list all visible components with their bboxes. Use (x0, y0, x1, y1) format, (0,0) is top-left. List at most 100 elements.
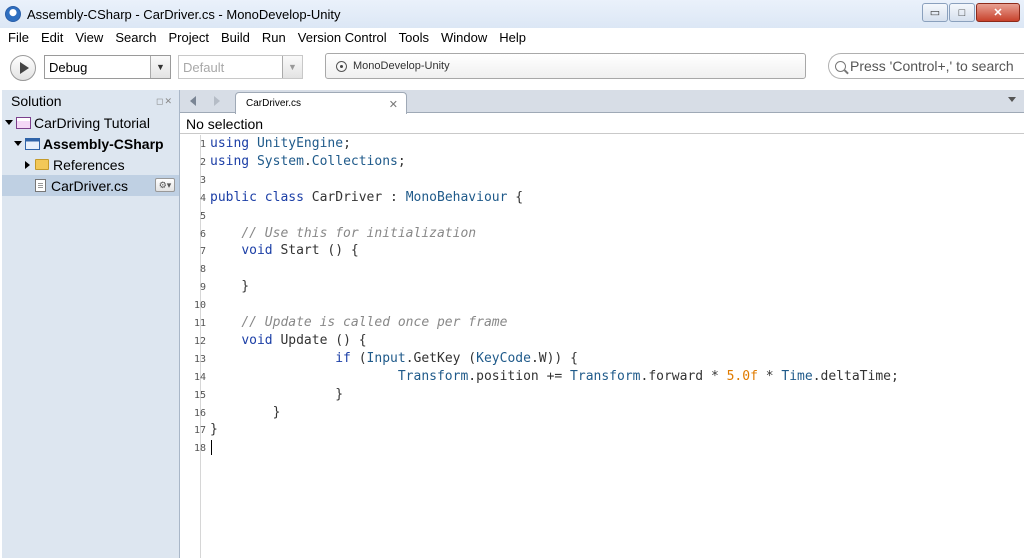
close-icon[interactable]: ✕ (389, 98, 398, 111)
breadcrumb[interactable]: No selection (180, 114, 1024, 134)
configuration-select[interactable]: Debug ▼ (44, 55, 171, 79)
line-number: 12 (193, 335, 206, 347)
expander-icon[interactable] (14, 141, 22, 146)
play-icon (20, 62, 29, 74)
search-field[interactable] (828, 53, 1024, 79)
search-icon (835, 60, 846, 72)
menu-tools[interactable]: Tools (393, 28, 435, 48)
window-title: Assembly-CSharp - CarDriver.cs - MonoDev… (27, 6, 341, 22)
status-icon (336, 60, 347, 72)
menu-version-control[interactable]: Version Control (292, 28, 393, 48)
code-line[interactable]: 5 (181, 207, 981, 225)
code-text: Transform.position += Transform.forward … (397, 368, 899, 384)
line-number: 9 (199, 282, 206, 294)
code-line[interactable]: 7 void Start () { (181, 242, 981, 260)
nav-back-icon[interactable] (190, 96, 196, 106)
line-number: 10 (193, 300, 206, 312)
chevron-down-icon: ▼ (282, 56, 302, 78)
menu-bar: File Edit View Search Project Build Run … (0, 28, 1024, 48)
menu-edit[interactable]: Edit (35, 28, 69, 48)
tree-item-file[interactable]: CarDriver.cs ⚙▾ (2, 175, 179, 196)
tree-item-references[interactable]: References (2, 154, 179, 175)
tree-item-project[interactable]: Assembly-CSharp (2, 133, 179, 154)
line-number: 8 (199, 264, 206, 276)
code-text: } (210, 386, 344, 402)
solution-pad-header: Solution ◻✕ (2, 90, 179, 112)
code-text: if (Input.GetKey (KeyCode.W)) { (335, 350, 578, 366)
project-icon (25, 137, 40, 150)
tree-item-label: Assembly-CSharp (43, 135, 164, 152)
tree-item-solution[interactable]: CarDriving Tutorial (2, 112, 179, 133)
pad-controls[interactable]: ◻✕ (156, 96, 173, 107)
line-number: 13 (193, 353, 206, 365)
code-editor[interactable]: 1 using UnityEngine; 2 using System.Collect… (194, 135, 1024, 558)
tab-cardriver[interactable]: CarDriver.cs ✕ (235, 92, 407, 114)
status-area: MonoDevelop-Unity (325, 53, 806, 79)
code-text: } (210, 404, 281, 420)
tree-item-label: CarDriving Tutorial (34, 114, 150, 131)
line-number: 3 (199, 174, 206, 186)
menu-help[interactable]: Help (493, 28, 532, 48)
text-cursor (211, 440, 212, 456)
code-line[interactable]: 8 (181, 260, 981, 278)
platform-value: Default (183, 59, 225, 75)
menu-run[interactable]: Run (256, 28, 292, 48)
tree-item-label: References (53, 156, 125, 173)
expander-icon[interactable] (5, 120, 13, 125)
menu-search[interactable]: Search (109, 28, 162, 48)
platform-select[interactable]: Default ▼ (178, 55, 303, 79)
toolbar: Debug ▼ Default ▼ MonoDevelop-Unity (0, 48, 1024, 88)
code-line[interactable]: 4 public class CarDriver : MonoBehaviour … (181, 189, 981, 207)
line-number: 1 (199, 139, 206, 150)
code-line[interactable]: 1 using UnityEngine; (181, 135, 981, 153)
code-line[interactable]: 12 void Update () { (181, 332, 981, 350)
code-text: void Update () { (241, 332, 367, 348)
close-button[interactable]: ✕ (976, 3, 1020, 22)
code-line[interactable]: 16 } (181, 404, 981, 422)
run-button[interactable] (10, 55, 36, 81)
tab-list-dropdown-icon[interactable] (1008, 97, 1016, 102)
expander-icon[interactable] (25, 160, 30, 169)
maximize-button[interactable]: □ (949, 3, 975, 22)
solution-icon (16, 116, 31, 129)
document-tab-strip: CarDriver.cs ✕ (180, 90, 1024, 114)
code-line[interactable]: 11 // Update is called once per frame (181, 314, 981, 332)
configuration-value: Debug (49, 59, 88, 75)
line-number: 11 (193, 318, 206, 329)
line-number: 5 (199, 210, 206, 222)
code-line[interactable]: 17} (181, 421, 981, 439)
nav-forward-icon[interactable] (214, 96, 220, 106)
row-options-button[interactable]: ⚙▾ (155, 178, 175, 192)
menu-view[interactable]: View (69, 28, 109, 48)
menu-window[interactable]: Window (435, 28, 493, 48)
line-number: 15 (193, 389, 206, 401)
menu-project[interactable]: Project (163, 28, 215, 48)
code-text: void Start () { (241, 243, 359, 259)
code-text: using UnityEngine; (210, 136, 351, 151)
line-number: 18 (193, 443, 206, 455)
folder-icon (35, 159, 49, 170)
code-line[interactable]: 18 (181, 439, 981, 457)
status-text: MonoDevelop-Unity (353, 60, 450, 72)
minimize-button[interactable]: ▭ (922, 3, 948, 22)
code-line[interactable]: 3 (181, 171, 981, 189)
menu-build[interactable]: Build (215, 28, 256, 48)
code-line[interactable]: 2 using System.Collections; (181, 153, 981, 171)
code-text: public class CarDriver : MonoBehaviour { (210, 189, 524, 205)
code-line[interactable]: 13 if (Input.GetKey (KeyCode.W)) { (181, 350, 981, 368)
search-input[interactable] (850, 58, 1024, 74)
code-line[interactable]: 10 (181, 296, 981, 314)
tree-item-label: CarDriver.cs (51, 177, 129, 194)
code-text: // Update is called once per frame (241, 315, 508, 330)
solution-pad: Solution ◻✕ CarDriving Tutorial Assembly… (2, 90, 180, 558)
menu-file[interactable]: File (2, 28, 35, 48)
code-line[interactable]: 15 } (181, 386, 981, 404)
code-line[interactable]: 6 // Use this for initialization (181, 225, 981, 243)
code-line[interactable]: 9 } (181, 278, 981, 296)
line-number: 4 (199, 192, 206, 204)
line-number: 6 (199, 228, 206, 240)
code-line[interactable]: 14 Transform.position += Transform.forwa… (181, 368, 981, 386)
line-number: 17 (193, 425, 206, 437)
tab-label: CarDriver.cs (246, 98, 302, 109)
code-text: // Use this for initialization (241, 225, 477, 241)
